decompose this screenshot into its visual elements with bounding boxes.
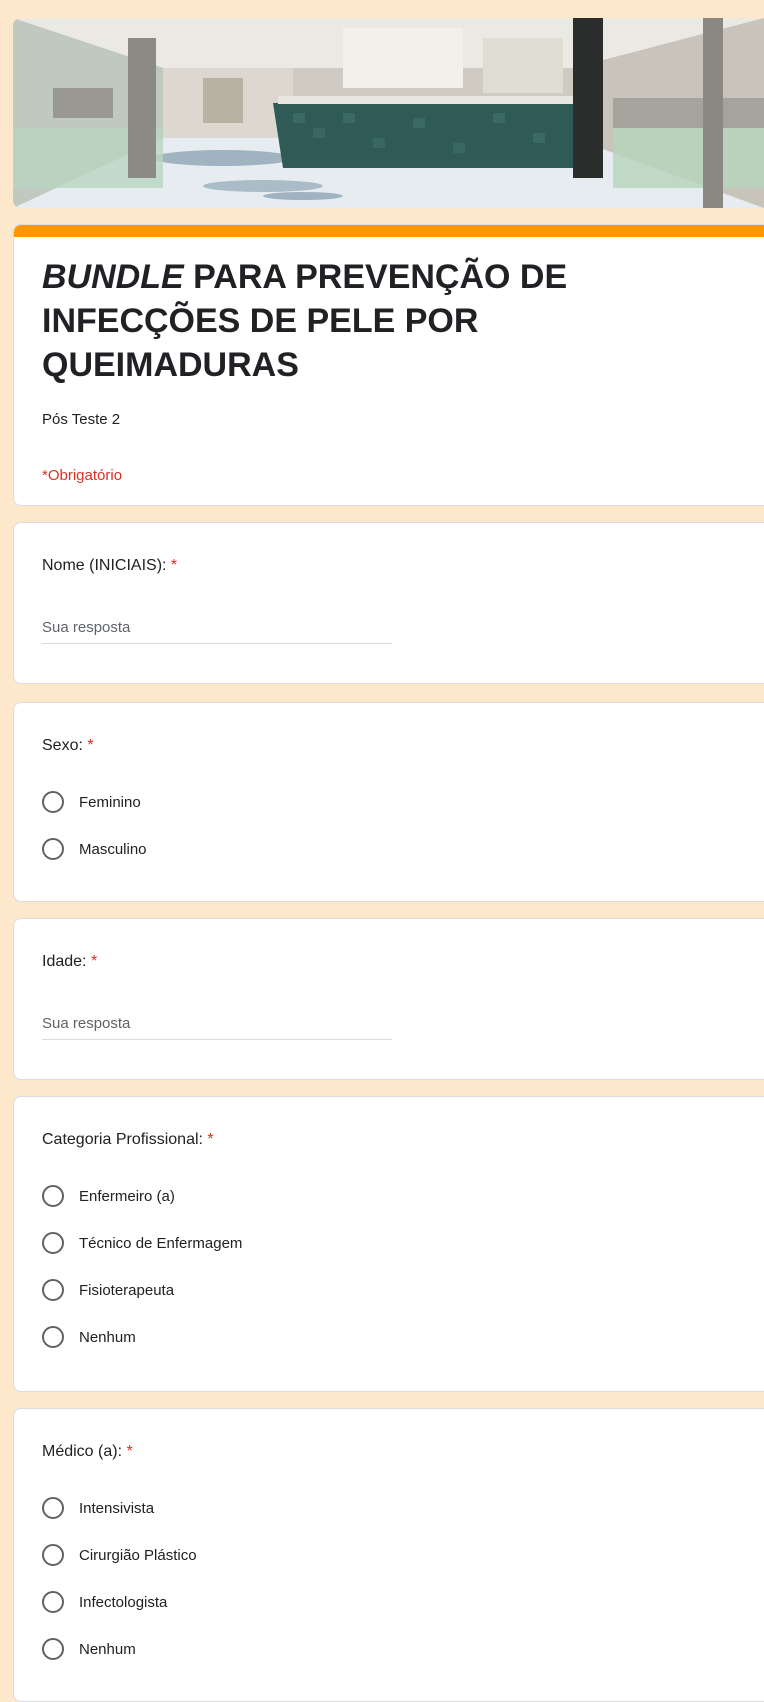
question-card-categoria: Categoria Profissional: * Enfermeiro (a)… [13, 1096, 764, 1392]
required-asterisk: * [170, 557, 178, 574]
radio-option-enfermeiro[interactable]: Enfermeiro (a) [42, 1184, 175, 1208]
required-asterisk: * [87, 737, 94, 754]
question-label: Idade: [42, 953, 87, 970]
question-card-nome: Nome (INICIAIS): * Sua resposta [13, 522, 764, 684]
radio-option-nenhum[interactable]: Nenhum [42, 1325, 136, 1349]
nome-input[interactable]: Sua resposta [42, 619, 392, 644]
option-label: Técnico de Enfermagem [79, 1234, 243, 1252]
option-label: Intensivista [79, 1499, 155, 1517]
question-card-sexo: Sexo: * Feminino Masculino [13, 702, 764, 902]
question-title-idade: Idade: * [42, 953, 97, 971]
radio-option-nenhum-medico[interactable]: Nenhum [42, 1637, 136, 1661]
radio-option-feminino[interactable]: Feminino [42, 790, 141, 814]
header-image [13, 18, 764, 208]
question-label: Médico (a): [42, 1443, 123, 1460]
radio-option-masculino[interactable]: Masculino [42, 837, 147, 861]
radio-button[interactable] [42, 1279, 64, 1301]
radio-button[interactable] [42, 1232, 64, 1254]
option-label: Feminino [79, 793, 141, 811]
radio-option-intensivista[interactable]: Intensivista [42, 1496, 154, 1520]
option-label: Enfermeiro (a) [79, 1187, 175, 1205]
form-description: Pós Teste 2 [42, 411, 121, 428]
radio-button[interactable] [42, 791, 64, 813]
radio-option-tecnico[interactable]: Técnico de Enfermagem [42, 1231, 242, 1255]
radio-button[interactable] [42, 838, 64, 860]
radio-button[interactable] [42, 1185, 64, 1207]
option-label: Nenhum [79, 1640, 136, 1658]
option-label: Fisioterapeuta [79, 1281, 175, 1299]
form-title: BUNDLE PARA PREVENÇÃO DE INFECÇÕES DE PE… [42, 255, 692, 387]
form-page: BUNDLE PARA PREVENÇÃO DE INFECÇÕES DE PE… [0, 0, 764, 1702]
required-asterisk: * [126, 1443, 133, 1460]
radio-option-fisioterapeuta[interactable]: Fisioterapeuta [42, 1278, 174, 1302]
question-title-categoria: Categoria Profissional: * [42, 1131, 214, 1149]
question-card-medico: Médico (a): * Intensivista Cirurgião Plá… [13, 1408, 764, 1702]
question-title-nome: Nome (INICIAIS): * [42, 557, 177, 575]
radio-button[interactable] [42, 1544, 64, 1566]
form-title-emphasis: BUNDLE [42, 258, 184, 296]
option-label: Masculino [79, 840, 147, 858]
idade-input[interactable]: Sua resposta [42, 1015, 392, 1040]
option-label: Infectologista [79, 1593, 168, 1611]
accent-bar [14, 225, 764, 237]
option-label: Nenhum [79, 1328, 136, 1346]
question-label: Categoria Profissional: [42, 1131, 203, 1148]
option-label: Cirurgião Plástico [79, 1546, 197, 1564]
question-title-sexo: Sexo: * [42, 737, 94, 755]
radio-button[interactable] [42, 1591, 64, 1613]
required-asterisk: * [90, 953, 98, 970]
radio-button[interactable] [42, 1638, 64, 1660]
required-asterisk: * [207, 1131, 214, 1148]
question-label: Nome (INICIAIS): [42, 557, 167, 574]
question-label: Sexo: [42, 737, 83, 754]
radio-button[interactable] [42, 1326, 64, 1348]
hospital-corridor-image [13, 18, 764, 208]
radio-option-infectologista[interactable]: Infectologista [42, 1590, 167, 1614]
form-header-card: BUNDLE PARA PREVENÇÃO DE INFECÇÕES DE PE… [13, 224, 764, 506]
question-card-idade: Idade: * Sua resposta [13, 918, 764, 1080]
required-note: *Obrigatório [42, 467, 123, 484]
question-title-medico: Médico (a): * [42, 1443, 133, 1461]
radio-option-cirurgiao-plastico[interactable]: Cirurgião Plástico [42, 1543, 197, 1567]
radio-button[interactable] [42, 1497, 64, 1519]
